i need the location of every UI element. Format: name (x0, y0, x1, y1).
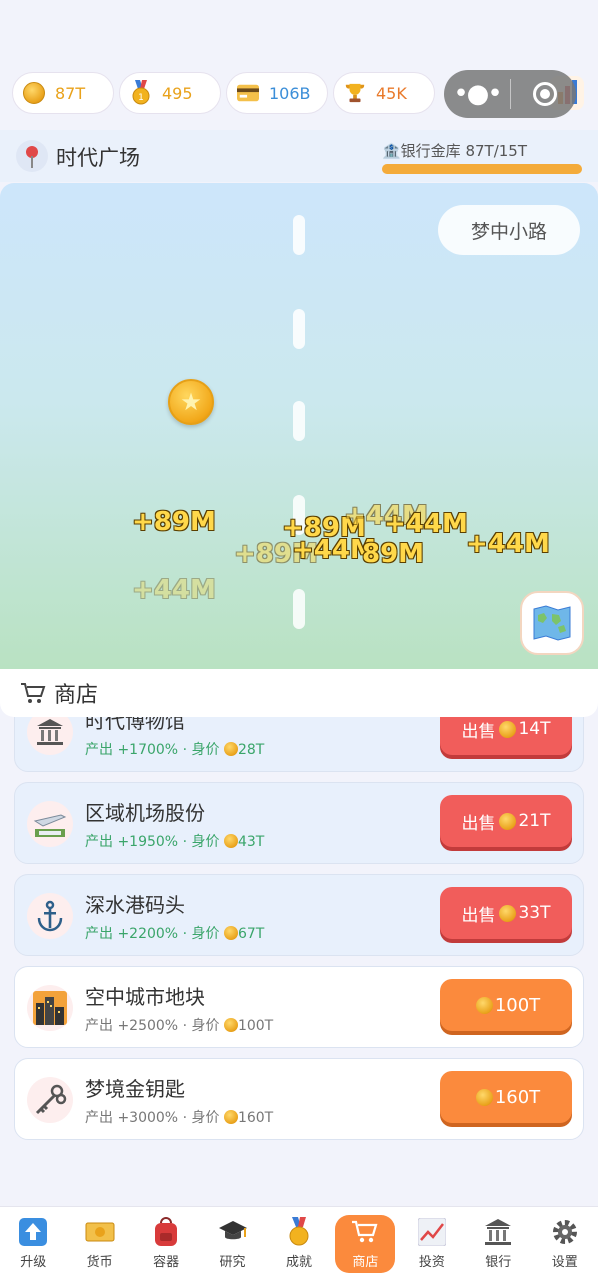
shop-item-airport: 区域机场股份 产出 +1950% · 身价 43T 出售 21T (14, 782, 584, 864)
coin-icon (223, 1018, 238, 1032)
more-menu-button[interactable]: •●• (444, 70, 510, 118)
trophy-value: 45K (376, 83, 407, 103)
item-name: 深水港码头 (85, 893, 185, 917)
sell-button[interactable]: 出售 21T (440, 795, 572, 847)
location-bar: 时代广场 🏦银行金库 87T/15T (0, 130, 598, 182)
coins-value: 87T (55, 83, 86, 103)
city-icon (27, 985, 73, 1031)
nav-container[interactable]: 容器 (133, 1207, 199, 1280)
nav-currency[interactable]: 货币 (66, 1207, 132, 1280)
buy-button[interactable]: 160T (440, 1071, 572, 1123)
income-float: +44M (466, 529, 550, 559)
coin-icon (475, 1088, 493, 1106)
cards-pill[interactable]: 106B (226, 72, 328, 114)
chart-icon (417, 1217, 447, 1247)
nav-achievements[interactable]: 成就 (266, 1207, 332, 1280)
world-map-button[interactable] (520, 591, 584, 655)
income-float: +44M (384, 509, 468, 539)
trophy-icon (344, 82, 366, 104)
location-title: 时代广场 (56, 146, 140, 170)
item-name: 空中城市地块 (85, 985, 205, 1009)
trophy-pill[interactable]: 45K (333, 72, 435, 114)
cart-icon (21, 683, 46, 703)
vault-label: 🏦银行金库 87T/15T (382, 142, 527, 160)
item-name: 区域机场股份 (85, 801, 205, 825)
bank-icon (483, 1217, 513, 1247)
map-icon (533, 605, 571, 641)
bottom-nav: 升级 货币 容器 研究 成就 商店 投资 银行 设置 (0, 1206, 598, 1280)
coin-icon (499, 720, 517, 738)
airplane-icon (27, 801, 73, 847)
coin-icon (223, 742, 238, 756)
nav-shop[interactable]: 商店 (332, 1207, 398, 1280)
shop-item-port: 深水港码头 产出 +2200% · 身价 67T 出售 33T (14, 874, 584, 956)
currency-icon (85, 1217, 115, 1247)
coin-icon (475, 996, 493, 1014)
sell-button[interactable]: 出售 33T (440, 887, 572, 939)
income-float: 89M (362, 539, 425, 569)
coin-icon (499, 812, 517, 830)
income-float: +89M (132, 507, 216, 537)
shop-item-sky-city: 空中城市地块 产出 +2500% · 身价 100T 100T (14, 966, 584, 1048)
cart-icon (350, 1217, 380, 1247)
star-coin-icon[interactable]: ★ (168, 379, 214, 425)
item-meta: 产出 +3000% · 身价 160T (85, 1110, 274, 1126)
nav-settings[interactable]: 设置 (532, 1207, 598, 1280)
medals-pill[interactable]: 1 495 (119, 72, 221, 114)
nav-invest[interactable]: 投资 (399, 1207, 465, 1280)
backpack-icon (151, 1217, 181, 1247)
shop-item-list[interactable]: 时代博物馆 产出 +1700% · 身价 28T 出售 14T 区域机场股份 产出… (0, 700, 598, 1200)
shop-title: 商店 (54, 683, 99, 708)
road-name-badge[interactable]: 梦中小路 (438, 205, 580, 255)
resource-bar: 87T 1 495 106B 45K •●• (0, 70, 598, 118)
location-pin-icon (16, 140, 48, 172)
coin-icon (23, 82, 45, 104)
mini-program-capsule: •●• (444, 70, 576, 118)
upgrade-icon (18, 1217, 48, 1247)
graduation-cap-icon (218, 1217, 248, 1247)
nav-bank[interactable]: 银行 (465, 1207, 531, 1280)
vault-progress-bar (382, 164, 582, 174)
income-float: +44M (132, 575, 216, 605)
anchor-icon (27, 893, 73, 939)
coins-pill[interactable]: 87T (12, 72, 114, 114)
item-meta: 产出 +2200% · 身价 67T (85, 926, 265, 942)
medal-icon (284, 1217, 314, 1247)
coin-icon (223, 834, 238, 848)
item-meta: 产出 +2500% · 身价 100T (85, 1018, 274, 1034)
coin-icon (223, 926, 238, 940)
medal-icon: 1 (130, 80, 152, 105)
card-icon (237, 82, 259, 104)
svg-text:1: 1 (138, 93, 144, 103)
nav-upgrade[interactable]: 升级 (0, 1207, 66, 1280)
item-meta: 产出 +1950% · 身价 43T (85, 834, 265, 850)
key-icon (27, 1077, 73, 1123)
buy-button[interactable]: 100T (440, 979, 572, 1031)
shop-header: 商店 (0, 669, 598, 717)
item-meta: 产出 +1700% · 身价 28T (85, 742, 265, 758)
cards-value: 106B (269, 83, 311, 103)
game-scene[interactable]: 梦中小路 ★ +89M +44M +89M +89M +44M +44M +44… (0, 183, 598, 669)
shop-item-dream-key: 梦境金钥匙 产出 +3000% · 身价 160T 160T (14, 1058, 584, 1140)
coin-icon (223, 1110, 238, 1124)
item-name: 梦境金钥匙 (85, 1077, 185, 1101)
coin-icon (499, 904, 517, 922)
medals-value: 495 (162, 83, 193, 103)
nav-research[interactable]: 研究 (199, 1207, 265, 1280)
gear-icon (550, 1217, 580, 1247)
close-mini-program-button[interactable] (533, 82, 557, 106)
